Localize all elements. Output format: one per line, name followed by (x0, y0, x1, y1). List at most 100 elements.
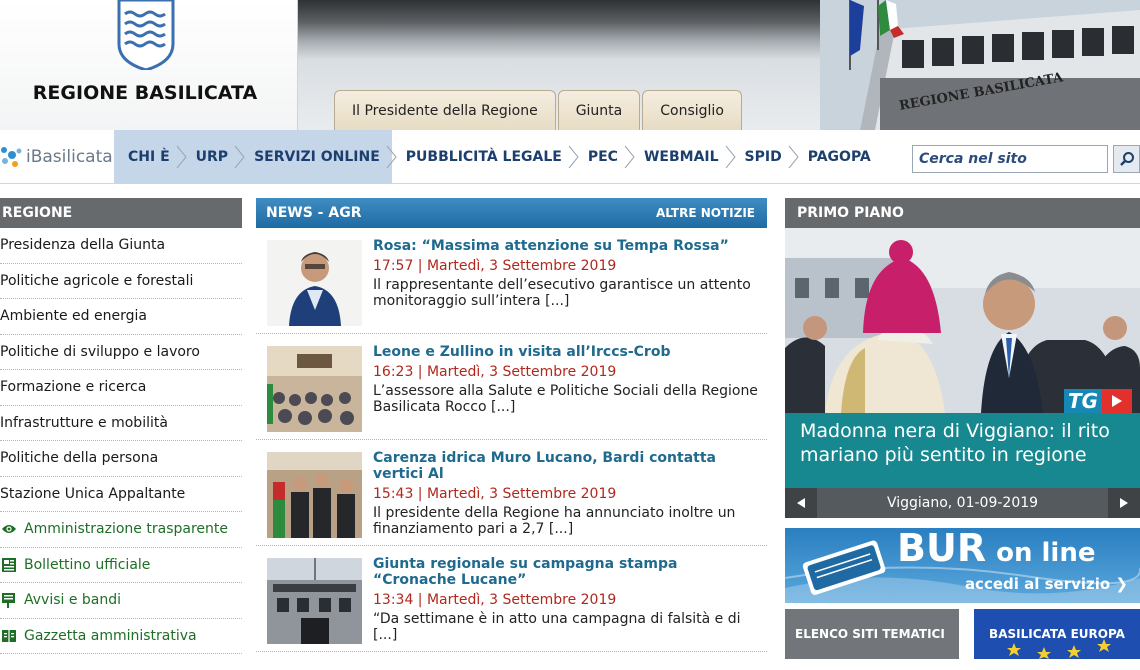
site-title[interactable]: REGIONE BASILICATA (0, 82, 290, 104)
sidebar-item-sviluppo[interactable]: Politiche di sviluppo e lavoro (0, 335, 242, 370)
tg-badge: TG (1063, 389, 1132, 413)
news-item: Carenza idrica Muro Lucano, Bardi contat… (256, 440, 767, 546)
sidebar-link-label: Gazzetta amministrativa (24, 627, 197, 644)
menu-label: WEBMAIL (643, 149, 719, 165)
menu-separator-chevron-icon (176, 145, 187, 169)
sidebar-link-label: Avvisi e bandi (24, 592, 122, 609)
next-button[interactable] (1108, 488, 1140, 518)
institution-tabs: Il Presidente della Regione Giunta Consi… (334, 90, 744, 130)
play-icon (1102, 389, 1132, 413)
sidebar-link-label: Bollettino ufficiale (24, 556, 151, 573)
site-header: REGIONE BASILICATA REGIONE BASILICATA Il… (0, 0, 1140, 130)
menu-separator-chevron-icon (386, 145, 397, 169)
tab-consiglio[interactable]: Consiglio (642, 90, 742, 130)
news-agr-section: NEWS - AGR ALTRE NOTIZIE Rosa: “Massima … (256, 198, 767, 652)
menu-label: PEC (587, 149, 618, 165)
sidebar-item-persona[interactable]: Politiche della persona (0, 441, 242, 477)
newspaper-icon (0, 557, 18, 573)
ibasilicata-brand[interactable]: iBasilicata (0, 140, 113, 174)
news-item: Rosa: “Massima attenzione su Tempa Rossa… (256, 228, 767, 334)
menu-pagopa[interactable]: PAGOPA (794, 130, 883, 184)
primo-piano-date: Viggiano, 01-09-2019 (886, 495, 1039, 511)
news-thumbnail[interactable] (267, 558, 362, 644)
bottom-tiles: ELENCO SITI TEMATICI BASILICATA EUROPA (785, 609, 1140, 659)
ibasilicata-logo-icon (1, 147, 22, 167)
menu-separator-chevron-icon (624, 145, 635, 169)
news-item: Leone e Zullino in visita all’Irccs-Crob… (256, 334, 767, 440)
tab-giunta[interactable]: Giunta (557, 90, 641, 130)
sidebar-link-gazzetta[interactable]: Gazzetta amministrativa (0, 619, 242, 654)
menu-label: PUBBLICITÀ LEGALE (405, 149, 562, 165)
news-header: NEWS - AGR ALTRE NOTIZIE (256, 198, 767, 228)
menu-webmail[interactable]: WEBMAIL (630, 130, 736, 184)
search-icon (1119, 152, 1134, 166)
basilicata-europa-button[interactable]: BASILICATA EUROPA (974, 609, 1140, 659)
menu-label: SPID (744, 149, 782, 165)
tab-presidente[interactable]: Il Presidente della Regione (334, 90, 556, 130)
sidebar-link-bollettino[interactable]: Bollettino ufficiale (0, 548, 242, 583)
previous-button[interactable] (785, 488, 817, 518)
menu-urp[interactable]: URP (181, 130, 245, 184)
menu-label: SERVIZI ONLINE (254, 149, 380, 165)
sidebar-item-presidenza[interactable]: Presidenza della Giunta (0, 228, 242, 264)
sidebar-item-ambiente[interactable]: Ambiente ed energia (0, 299, 242, 335)
menu-label: URP (195, 149, 229, 165)
news-excerpt: Il rappresentante dell’esecutivo garanti… (373, 277, 751, 309)
menu-chi-e[interactable]: CHI È (114, 130, 187, 184)
menu-separator-chevron-icon (788, 145, 799, 169)
news-title[interactable]: Leone e Zullino in visita all’Irccs-Crob (373, 344, 759, 360)
main-menu: CHI È URP SERVIZI ONLINE PUBBLICITÀ LEGA… (114, 130, 883, 184)
sidebar-link-avvisi[interactable]: Avvisi e bandi (0, 583, 242, 619)
news-date: 16:23 | Martedì, 3 Settembre 2019 (373, 364, 617, 380)
news-thumbnail[interactable] (267, 452, 362, 538)
tg-badge-label: TG (1063, 389, 1102, 413)
arrow-left-icon (797, 498, 805, 508)
book-icon (0, 628, 18, 644)
news-section-title: NEWS - AGR (266, 205, 362, 221)
sidebar-item-formazione[interactable]: Formazione e ricerca (0, 370, 242, 406)
sidebar-item-stazione-appaltante[interactable]: Stazione Unica Appaltante (0, 477, 242, 512)
bur-title-main: BUR (897, 528, 987, 570)
news-title[interactable]: Carenza idrica Muro Lucano, Bardi contat… (373, 450, 759, 482)
news-title[interactable]: Giunta regionale su campagna stampa “Cro… (373, 556, 759, 588)
regione-sidebar: REGIONE Presidenza della Giunta Politich… (0, 198, 242, 654)
bur-title-online: on line (996, 538, 1096, 568)
news-thumbnail[interactable] (267, 346, 362, 432)
menu-pubblicita-legale[interactable]: PUBBLICITÀ LEGALE (392, 130, 579, 184)
menu-separator-chevron-icon (568, 145, 579, 169)
regional-building-photo: REGIONE BASILICATA (820, 0, 1140, 130)
bur-subtitle: accedi al servizio ❯ (964, 575, 1128, 593)
bur-online-banner[interactable]: BUR on line accedi al servizio ❯ (785, 528, 1140, 603)
menu-servizi-online[interactable]: SERVIZI ONLINE (240, 130, 397, 184)
menu-label: PAGOPA (807, 149, 871, 165)
news-excerpt: Il presidente della Regione ha annunciat… (373, 505, 736, 537)
region-crest-icon (117, 0, 175, 70)
menu-separator-chevron-icon (725, 145, 736, 169)
news-title[interactable]: Rosa: “Massima attenzione su Tempa Rossa… (373, 238, 759, 254)
basilicata-europa-label: BASILICATA EUROPA (989, 627, 1125, 641)
logo-area[interactable]: REGIONE BASILICATA (0, 0, 298, 130)
primo-piano-caption[interactable]: Madonna nera di Viggiano: il rito marian… (785, 413, 1140, 488)
sidebar-item-agricole[interactable]: Politiche agricole e forestali (0, 264, 242, 299)
sidebar-item-infrastrutture[interactable]: Infrastrutture e mobilità (0, 406, 242, 441)
menu-spid[interactable]: SPID (731, 130, 799, 184)
primo-piano-title: PRIMO PIANO (785, 198, 1140, 228)
siti-tematici-button[interactable]: ELENCO SITI TEMATICI (785, 609, 959, 659)
menu-label: CHI È (128, 149, 170, 165)
sidebar-title: REGIONE (0, 198, 242, 228)
menu-pec[interactable]: PEC (574, 130, 635, 184)
sidebar-link-trasparente[interactable]: Amministrazione trasparente (0, 512, 242, 548)
news-item: Giunta regionale su campagna stampa “Cro… (256, 546, 767, 652)
sidebar-link-label: Amministrazione trasparente (24, 521, 228, 538)
search-input[interactable] (912, 145, 1108, 173)
news-date: 15:43 | Martedì, 3 Settembre 2019 (373, 486, 617, 502)
brand-label: iBasilicata (26, 147, 113, 167)
arrow-right-icon (1120, 498, 1128, 508)
news-date: 17:57 | Martedì, 3 Settembre 2019 (373, 258, 617, 274)
news-excerpt: L’assessore alla Salute e Politiche Soci… (373, 383, 758, 415)
news-thumbnail[interactable] (267, 240, 362, 326)
altre-notizie-link[interactable]: ALTRE NOTIZIE (656, 206, 755, 220)
primo-piano-image (785, 228, 1140, 413)
primo-piano-photo[interactable]: TG (785, 228, 1140, 413)
search-button[interactable] (1113, 145, 1140, 173)
